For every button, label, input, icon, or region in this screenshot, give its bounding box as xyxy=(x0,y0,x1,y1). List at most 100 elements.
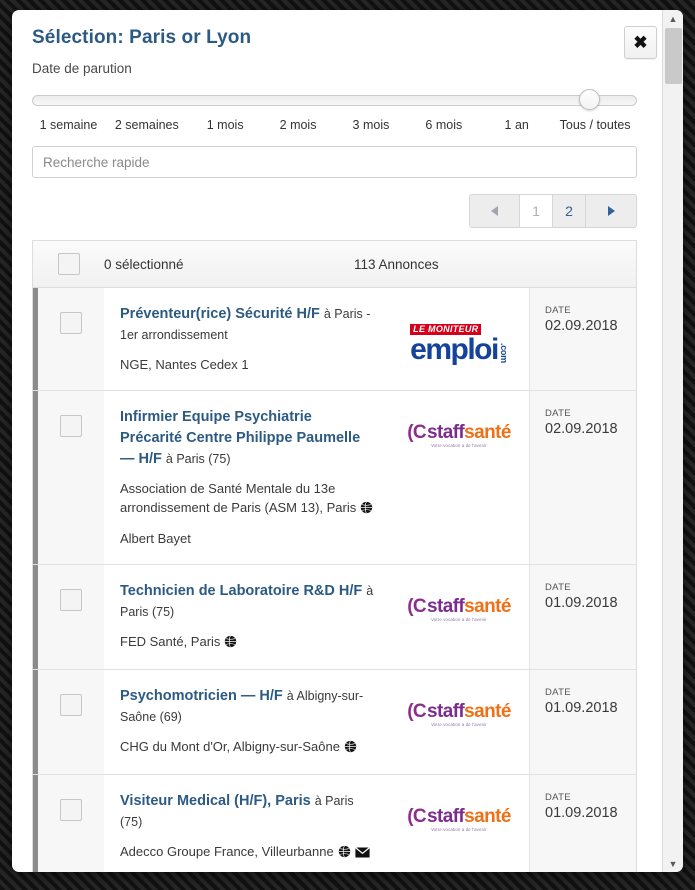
staffsante-logo: (C staff santé Votre vocation a de l'avenir xyxy=(407,702,511,727)
staffsante-mark-icon: (C xyxy=(407,596,427,617)
staffsante-mark-icon: (C xyxy=(407,701,427,722)
search-container xyxy=(32,146,637,178)
job-company: Association de Santé Mentale du 13e arro… xyxy=(120,479,377,519)
list-header: 0 sélectionné 113 Annonces xyxy=(33,241,636,288)
slider-handle[interactable] xyxy=(578,89,600,110)
selected-count-label: 0 sélectionné xyxy=(104,256,184,272)
pagination-next-button[interactable] xyxy=(586,195,636,227)
table-row[interactable]: Psychomotricien — H/F à Albigny-sur-Saône… xyxy=(33,670,636,775)
date-value: 01.09.2018 xyxy=(545,700,618,716)
pagination-row: 1 2 xyxy=(32,194,637,228)
slider-option-2-semaines[interactable]: 2 semaines xyxy=(105,116,189,134)
date-filter-label: Date de parution xyxy=(32,61,132,76)
job-location: à Paris (75) xyxy=(165,452,231,466)
row-checkbox-cell xyxy=(38,565,104,669)
row-source-logo: (C staff santé Votre vocation a de l'avenir xyxy=(389,775,529,872)
modal-header: Sélection: Paris or Lyon Date de parutio… xyxy=(12,10,657,77)
row-source-logo: (C staff santé Votre vocation a de l'avenir xyxy=(389,565,529,669)
staffsante-mark-icon: (C xyxy=(407,806,427,827)
job-title-link[interactable]: Visiteur Medical (H/F), Paris xyxy=(120,793,311,809)
job-company: CHG du Mont d'Or, Albigny-sur-Saône xyxy=(120,737,377,758)
staffsante-logo-part2: santé xyxy=(464,701,511,722)
le-moniteur-emploi-logo: LE MONITEUR emploi .com xyxy=(410,320,509,366)
close-icon: ✖ xyxy=(633,33,648,52)
job-rows: Préventeur(rice) Sécurité H/F à Paris - 1… xyxy=(33,288,636,872)
staffsante-logo-part1: staff xyxy=(427,806,465,827)
slider-option-6-mois[interactable]: 6 mois xyxy=(407,116,480,134)
slider-track[interactable] xyxy=(32,95,637,106)
staffsante-logo: (C staff santé Votre vocation a de l'avenir xyxy=(407,807,511,832)
staffsante-logo-part2: santé xyxy=(464,422,511,443)
row-checkbox[interactable] xyxy=(60,694,82,716)
modal-content: Sélection: Paris or Lyon Date de parutio… xyxy=(12,10,657,872)
envelope-icon xyxy=(354,844,370,863)
slider-option-tous-toutes[interactable]: Tous / toutes xyxy=(553,116,637,134)
job-extra-info: Albert Bayet xyxy=(120,531,191,546)
row-source-logo: (C staff santé Votre vocation a de l'avenir xyxy=(389,391,529,564)
date-label: DATE xyxy=(545,687,571,698)
pagination-page-2[interactable]: 2 xyxy=(553,195,586,227)
staffsante-logo: (C staff santé Votre vocation a de l'avenir xyxy=(407,597,511,622)
row-checkbox[interactable] xyxy=(60,589,82,611)
slider-option-2-mois[interactable]: 2 mois xyxy=(262,116,335,134)
staffsante-logo-part2: santé xyxy=(464,596,511,617)
globe-icon xyxy=(360,500,373,519)
close-button[interactable]: ✖ xyxy=(624,26,657,59)
job-title-link[interactable]: Infirmier Equipe Psychiatrie Précarité C… xyxy=(120,409,360,467)
slider-option-3-mois[interactable]: 3 mois xyxy=(335,116,408,134)
select-all-cell xyxy=(33,253,104,275)
row-checkbox-cell xyxy=(38,670,104,774)
page-title: Sélection: Paris or Lyon xyxy=(32,27,252,48)
row-checkbox[interactable] xyxy=(60,799,82,821)
table-row[interactable]: Technicien de Laboratoire R&D H/F à Paris… xyxy=(33,565,636,670)
row-date-cell: DATE 01.09.2018 xyxy=(529,670,636,774)
vertical-scrollbar[interactable]: ▲ ▼ xyxy=(662,10,683,872)
table-row[interactable]: Préventeur(rice) Sécurité H/F à Paris - 1… xyxy=(33,288,636,391)
pagination-prev-button[interactable] xyxy=(470,195,520,227)
chevron-left-icon xyxy=(491,206,498,216)
row-content: Psychomotricien — H/F à Albigny-sur-Saône… xyxy=(104,670,389,774)
row-source-logo: LE MONITEUR emploi .com xyxy=(389,288,529,390)
slider-option-1-an[interactable]: 1 an xyxy=(480,116,553,134)
job-company: NGE, Nantes Cedex 1 xyxy=(120,357,249,372)
date-value: 02.09.2018 xyxy=(545,318,618,334)
row-date-cell: DATE 01.09.2018 xyxy=(529,565,636,669)
date-range-slider[interactable] xyxy=(32,89,637,115)
total-count-label: 113 Annonces xyxy=(354,256,439,272)
row-content: Visiteur Medical (H/F), Paris à Paris (75… xyxy=(104,775,389,872)
row-checkbox-cell xyxy=(38,775,104,872)
emploi-tld: .com xyxy=(498,343,509,363)
slider-option-1-semaine[interactable]: 1 semaine xyxy=(32,116,105,134)
staffsante-tagline: Votre vocation a de l'avenir xyxy=(431,722,487,727)
row-checkbox[interactable] xyxy=(60,415,82,437)
scroll-up-arrow-icon[interactable]: ▲ xyxy=(663,10,683,27)
row-checkbox-cell xyxy=(38,391,104,564)
staffsante-logo-part1: staff xyxy=(427,596,465,617)
selection-modal: Sélection: Paris or Lyon Date de parutio… xyxy=(12,10,683,872)
slider-option-1-mois[interactable]: 1 mois xyxy=(189,116,262,134)
job-title-link[interactable]: Préventeur(rice) Sécurité H/F xyxy=(120,306,320,322)
globe-icon xyxy=(344,739,357,758)
staffsante-logo-part2: santé xyxy=(464,806,511,827)
date-label: DATE xyxy=(545,792,571,803)
row-content: Technicien de Laboratoire R&D H/F à Paris… xyxy=(104,565,389,669)
scroll-down-arrow-icon[interactable]: ▼ xyxy=(663,855,683,872)
search-input[interactable] xyxy=(32,146,637,178)
job-title-link[interactable]: Psychomotricien — H/F xyxy=(120,688,283,704)
scrollbar-thumb[interactable] xyxy=(665,28,682,84)
row-date-cell: DATE 01.09.2018 xyxy=(529,775,636,872)
date-value: 01.09.2018 xyxy=(545,805,618,821)
row-content: Préventeur(rice) Sécurité H/F à Paris - 1… xyxy=(104,288,389,390)
table-row[interactable]: Infirmier Equipe Psychiatrie Précarité C… xyxy=(33,391,636,565)
select-all-checkbox[interactable] xyxy=(57,253,80,275)
emploi-wordmark: emploi xyxy=(410,333,499,366)
job-company: Adecco Groupe France, Villeurbanne xyxy=(120,842,377,863)
pagination-page-1[interactable]: 1 xyxy=(520,195,553,227)
job-title-link[interactable]: Technicien de Laboratoire R&D H/F xyxy=(120,583,362,599)
row-checkbox[interactable] xyxy=(60,312,82,334)
row-date-cell: DATE 02.09.2018 xyxy=(529,391,636,564)
row-content: Infirmier Equipe Psychiatrie Précarité C… xyxy=(104,391,389,564)
table-row[interactable]: Visiteur Medical (H/F), Paris à Paris (75… xyxy=(33,775,636,872)
row-source-logo: (C staff santé Votre vocation a de l'avenir xyxy=(389,670,529,774)
date-label: DATE xyxy=(545,582,571,593)
